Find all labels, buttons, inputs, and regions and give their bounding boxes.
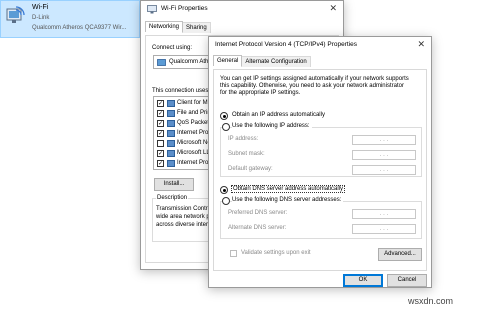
tab-alternate-configuration[interactable]: Alternate Configuration xyxy=(241,56,311,67)
checkbox[interactable]: ✓ xyxy=(157,110,164,117)
component-icon xyxy=(167,120,175,127)
intro-line: for the appropriate IP settings. xyxy=(220,90,301,96)
tab-networking[interactable]: Networking xyxy=(145,21,184,32)
default-gateway-label: Default gateway: xyxy=(228,166,273,172)
subnet-mask-label: Subnet mask: xyxy=(228,151,265,157)
tab-sharing[interactable]: Sharing xyxy=(182,22,211,33)
checkbox[interactable]: ✓ xyxy=(157,150,164,157)
preferred-dns-label: Preferred DNS server: xyxy=(228,210,288,216)
close-icon[interactable]: ✕ xyxy=(417,39,425,50)
ip-address-field[interactable]: . . . xyxy=(352,135,416,145)
component-icon xyxy=(167,160,175,167)
connect-using-label: Connect using: xyxy=(152,45,193,51)
connection-uses-label: This connection uses xyxy=(152,88,209,94)
component-icon xyxy=(167,100,175,107)
intro-line: this capability. Otherwise, you need to … xyxy=(220,83,404,89)
adapter-box-name: Qualcomm Athe xyxy=(169,59,212,65)
adapter-network: D-Link xyxy=(32,15,50,21)
subnet-mask-field[interactable]: . . . xyxy=(352,150,416,160)
intro-line: You can get IP settings assigned automat… xyxy=(220,76,409,82)
ipv4-properties-window: Internet Protocol Version 4 (TCP/IPv4) P… xyxy=(208,36,432,288)
list-item-label: Client for Mic xyxy=(177,100,213,106)
ipv4-tabs: General Alternate Configuration xyxy=(213,55,311,69)
validate-checkbox[interactable] xyxy=(230,250,237,257)
description-line: Transmission Contro xyxy=(156,206,212,212)
checkbox[interactable]: ✓ xyxy=(157,160,164,167)
wifi-adapter-icon xyxy=(6,6,25,23)
advanced-button[interactable]: Advanced... xyxy=(378,248,422,261)
ip-address-label: IP address: xyxy=(228,136,259,142)
tab-general[interactable]: General xyxy=(213,55,243,66)
close-icon[interactable]: ✕ xyxy=(329,3,337,14)
checkbox[interactable]: ✓ xyxy=(157,130,164,137)
adapter-name: Wi-Fi xyxy=(32,4,49,11)
component-icon xyxy=(167,110,175,117)
alternate-dns-field[interactable]: . . . xyxy=(352,224,416,234)
ipv4-titlebar: Internet Protocol Version 4 (TCP/IPv4) P… xyxy=(209,37,431,53)
alternate-dns-label: Alternate DNS server: xyxy=(228,225,287,231)
component-icon xyxy=(167,140,175,147)
wifi-properties-title: Wi-Fi Properties xyxy=(161,5,208,12)
description-line: wide area network p xyxy=(156,214,210,220)
preferred-dns-field[interactable]: . . . xyxy=(352,209,416,219)
list-item-label: QoS Packet xyxy=(177,120,210,126)
description-label: Description xyxy=(156,195,189,201)
component-icon xyxy=(167,150,175,157)
use-ip-radio[interactable] xyxy=(222,123,230,131)
use-ip-label[interactable]: Use the following IP address: xyxy=(232,123,312,129)
ok-button[interactable]: OK xyxy=(343,274,383,287)
cancel-button[interactable]: Cancel xyxy=(387,274,427,287)
adapter-device: Qualcomm Atheros QCA9377 Wir... xyxy=(32,25,127,31)
general-panel: You can get IP settings assigned automat… xyxy=(213,69,427,271)
obtain-ip-auto-label[interactable]: Obtain an IP address automatically xyxy=(232,112,325,118)
obtain-ip-auto-radio[interactable] xyxy=(220,112,228,120)
ipv4-title: Internet Protocol Version 4 (TCP/IPv4) P… xyxy=(215,41,357,48)
use-dns-label[interactable]: Use the following DNS server addresses: xyxy=(232,197,344,203)
obtain-dns-auto-radio[interactable] xyxy=(220,186,228,194)
network-icon xyxy=(147,5,157,14)
component-icon xyxy=(167,130,175,137)
description-line: across diverse inter xyxy=(156,222,209,228)
wifi-properties-tabs: Networking Sharing xyxy=(145,21,211,35)
install-button[interactable]: Install... xyxy=(154,178,194,191)
obtain-dns-auto-label[interactable]: Obtain DNS server address automatically xyxy=(231,185,346,193)
adapter-icon xyxy=(157,59,166,66)
wifi-adapter-item[interactable]: Wi-Fi D-Link Qualcomm Atheros QCA9377 Wi… xyxy=(0,0,140,38)
validate-label: Validate settings upon exit xyxy=(241,250,311,256)
watermark: wsxdn.com xyxy=(408,296,454,306)
checkbox[interactable]: ✓ xyxy=(157,100,164,107)
checkbox[interactable]: ✓ xyxy=(157,120,164,127)
use-dns-radio[interactable] xyxy=(222,197,230,205)
wifi-properties-titlebar: Wi-Fi Properties ✕ xyxy=(141,1,343,17)
checkbox[interactable] xyxy=(157,140,164,147)
default-gateway-field[interactable]: . . . xyxy=(352,165,416,175)
